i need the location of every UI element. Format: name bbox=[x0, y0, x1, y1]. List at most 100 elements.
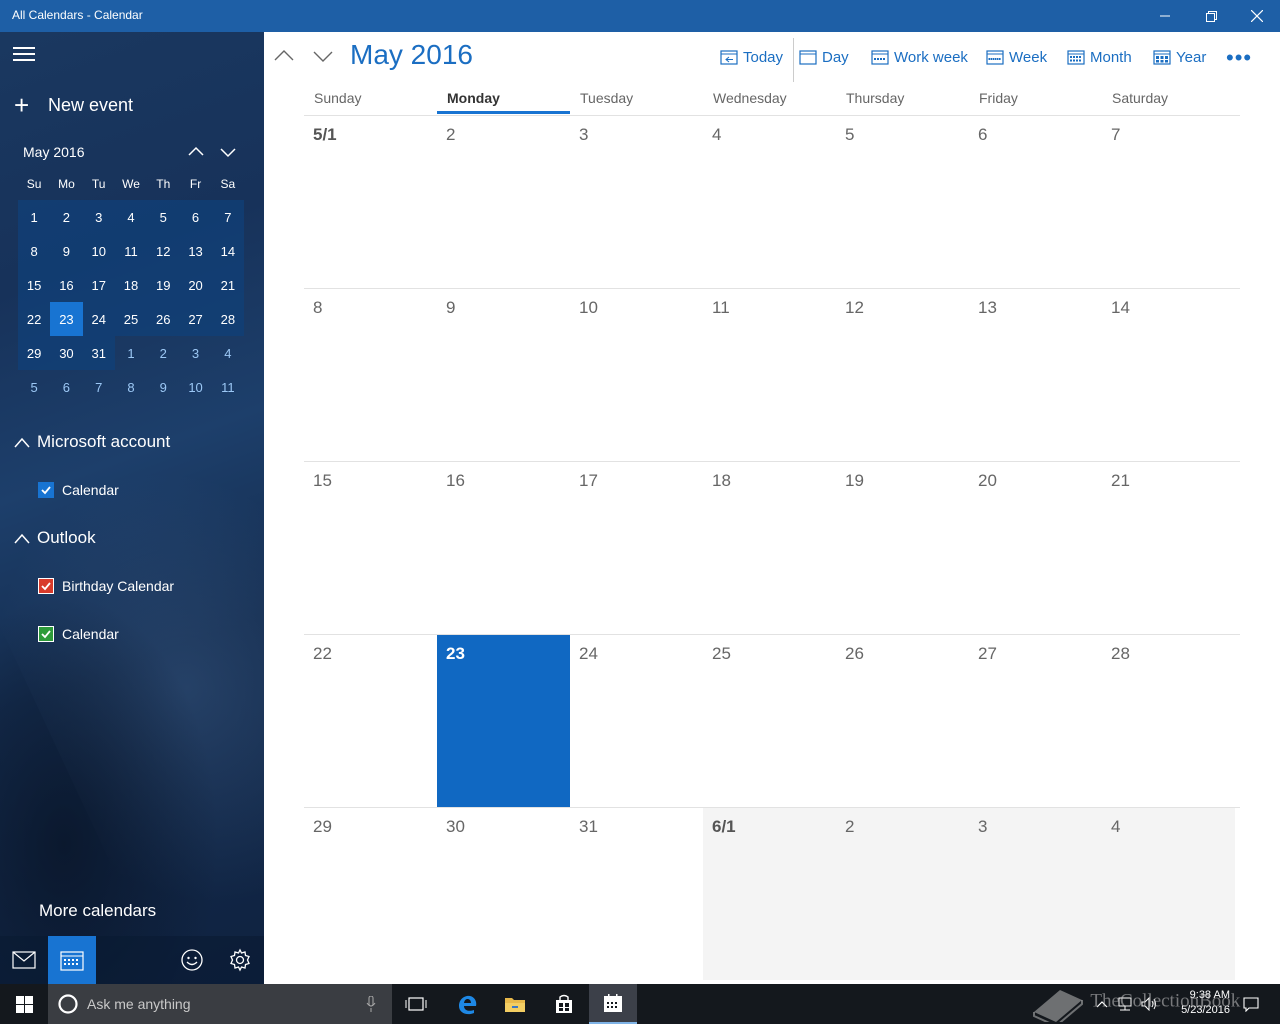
calendar-toggle-outlook-calendar[interactable]: Calendar bbox=[38, 626, 119, 642]
mini-day-cell[interactable]: 3 bbox=[179, 336, 211, 370]
calendar-taskbar-button[interactable] bbox=[589, 984, 637, 1024]
checkbox[interactable] bbox=[38, 626, 54, 642]
mini-day-cell[interactable]: 8 bbox=[115, 370, 147, 404]
mini-day-cell[interactable]: 31 bbox=[82, 336, 115, 370]
day-cell[interactable]: 16 bbox=[437, 462, 570, 634]
day-cell[interactable]: 26 bbox=[836, 635, 969, 807]
day-cell[interactable]: 5/1 bbox=[304, 116, 437, 288]
action-center-button[interactable] bbox=[1240, 984, 1262, 1024]
mini-day-cell[interactable]: 28 bbox=[211, 302, 244, 336]
today-button[interactable]: Today bbox=[720, 45, 783, 69]
week-view-button[interactable]: Week bbox=[986, 45, 1047, 69]
mini-day-cell[interactable]: 5 bbox=[147, 200, 180, 234]
mini-day-cell[interactable]: 2 bbox=[147, 336, 179, 370]
mini-day-cell[interactable]: 30 bbox=[50, 336, 83, 370]
mini-day-cell[interactable]: 10 bbox=[179, 370, 211, 404]
day-cell[interactable]: 3 bbox=[969, 808, 1102, 980]
day-cell[interactable]: 18 bbox=[703, 462, 836, 634]
day-cell[interactable]: 20 bbox=[969, 462, 1102, 634]
mini-day-cell[interactable]: 13 bbox=[179, 234, 212, 268]
day-cell[interactable]: 30 bbox=[437, 808, 570, 980]
day-cell[interactable]: 29 bbox=[304, 808, 437, 980]
day-cell[interactable]: 5 bbox=[836, 116, 969, 288]
calendar-toggle-ms-calendar[interactable]: Calendar bbox=[38, 482, 119, 498]
checkbox[interactable] bbox=[38, 578, 54, 594]
mail-button[interactable] bbox=[0, 936, 48, 984]
previous-month-icon[interactable] bbox=[272, 44, 296, 68]
day-cell[interactable]: 22 bbox=[304, 635, 437, 807]
mini-day-cell[interactable]: 11 bbox=[114, 234, 148, 268]
mini-day-cell[interactable]: 20 bbox=[179, 268, 212, 302]
mini-day-cell[interactable]: 1 bbox=[115, 336, 147, 370]
month-view-button[interactable]: Month bbox=[1067, 45, 1132, 69]
account-outlook[interactable]: Outlook bbox=[14, 528, 96, 548]
more-options-button[interactable]: ••• bbox=[1226, 45, 1252, 71]
day-cell[interactable]: 6/1 bbox=[703, 808, 836, 980]
mini-prev-month-icon[interactable] bbox=[184, 140, 208, 164]
day-cell[interactable]: 11 bbox=[703, 289, 836, 461]
mini-day-cell[interactable]: 18 bbox=[114, 268, 148, 302]
mini-day-cell[interactable]: 7 bbox=[83, 370, 115, 404]
mini-day-cell[interactable]: 6 bbox=[50, 370, 82, 404]
mini-day-cell[interactable]: 15 bbox=[18, 268, 51, 302]
mini-day-cell[interactable]: 23 bbox=[50, 302, 83, 336]
day-cell[interactable]: 3 bbox=[570, 116, 703, 288]
calendar-toggle-birthday[interactable]: Birthday Calendar bbox=[38, 578, 174, 594]
mini-day-cell[interactable]: 3 bbox=[82, 200, 115, 234]
day-cell[interactable]: 21 bbox=[1102, 462, 1235, 634]
mini-day-cell[interactable]: 25 bbox=[114, 302, 148, 336]
year-view-button[interactable]: Year bbox=[1153, 45, 1206, 69]
mini-day-cell[interactable]: 29 bbox=[18, 336, 51, 370]
day-cell[interactable]: 10 bbox=[570, 289, 703, 461]
day-cell[interactable]: 9 bbox=[437, 289, 570, 461]
day-cell[interactable]: 6 bbox=[969, 116, 1102, 288]
day-cell[interactable]: 2 bbox=[836, 808, 969, 980]
mini-day-cell[interactable]: 26 bbox=[147, 302, 180, 336]
store-button[interactable] bbox=[540, 984, 588, 1024]
mini-day-cell[interactable]: 27 bbox=[179, 302, 212, 336]
mini-day-cell[interactable]: 4 bbox=[212, 336, 244, 370]
mini-day-cell[interactable]: 4 bbox=[114, 200, 148, 234]
new-event-button[interactable]: + New event bbox=[14, 92, 133, 118]
cortana-search-box[interactable]: Ask me anything bbox=[48, 984, 392, 1024]
mini-day-cell[interactable]: 11 bbox=[212, 370, 244, 404]
edge-button[interactable] bbox=[443, 984, 491, 1024]
day-cell[interactable]: 15 bbox=[304, 462, 437, 634]
day-cell[interactable]: 31 bbox=[570, 808, 703, 980]
minimize-button[interactable] bbox=[1142, 0, 1188, 32]
day-view-button[interactable]: Day bbox=[799, 45, 849, 69]
mini-day-cell[interactable]: 14 bbox=[211, 234, 244, 268]
mini-day-cell[interactable]: 10 bbox=[82, 234, 115, 268]
day-cell[interactable]: 2 bbox=[437, 116, 570, 288]
day-cell[interactable]: 27 bbox=[969, 635, 1102, 807]
close-button[interactable] bbox=[1234, 0, 1280, 32]
microphone-icon[interactable] bbox=[366, 996, 376, 1012]
mini-day-cell[interactable]: 16 bbox=[50, 268, 83, 302]
mini-day-cell[interactable]: 19 bbox=[147, 268, 180, 302]
mini-day-cell[interactable]: 21 bbox=[211, 268, 244, 302]
day-cell[interactable]: 23 bbox=[437, 635, 570, 807]
calendar-button[interactable] bbox=[48, 936, 96, 984]
account-microsoft[interactable]: Microsoft account bbox=[14, 432, 170, 452]
day-cell[interactable]: 13 bbox=[969, 289, 1102, 461]
more-calendars-link[interactable]: More calendars bbox=[39, 901, 156, 921]
next-month-icon[interactable] bbox=[311, 44, 335, 68]
mini-day-cell[interactable]: 2 bbox=[50, 200, 83, 234]
file-explorer-button[interactable] bbox=[491, 984, 539, 1024]
day-cell[interactable]: 4 bbox=[703, 116, 836, 288]
day-cell[interactable]: 8 bbox=[304, 289, 437, 461]
mini-day-cell[interactable]: 9 bbox=[50, 234, 83, 268]
mini-day-cell[interactable]: 7 bbox=[211, 200, 244, 234]
mini-day-cell[interactable]: 5 bbox=[18, 370, 50, 404]
mini-day-cell[interactable]: 24 bbox=[82, 302, 115, 336]
day-cell[interactable]: 24 bbox=[570, 635, 703, 807]
mini-day-cell[interactable]: 6 bbox=[179, 200, 212, 234]
restore-button[interactable] bbox=[1188, 0, 1234, 32]
mini-day-cell[interactable]: 8 bbox=[18, 234, 51, 268]
day-cell[interactable]: 4 bbox=[1102, 808, 1235, 980]
mini-calendar-month-label[interactable]: May 2016 bbox=[23, 144, 84, 160]
mini-day-cell[interactable]: 1 bbox=[18, 200, 51, 234]
day-cell[interactable]: 12 bbox=[836, 289, 969, 461]
mini-day-cell[interactable]: 17 bbox=[82, 268, 115, 302]
month-title[interactable]: May 2016 bbox=[350, 39, 473, 71]
